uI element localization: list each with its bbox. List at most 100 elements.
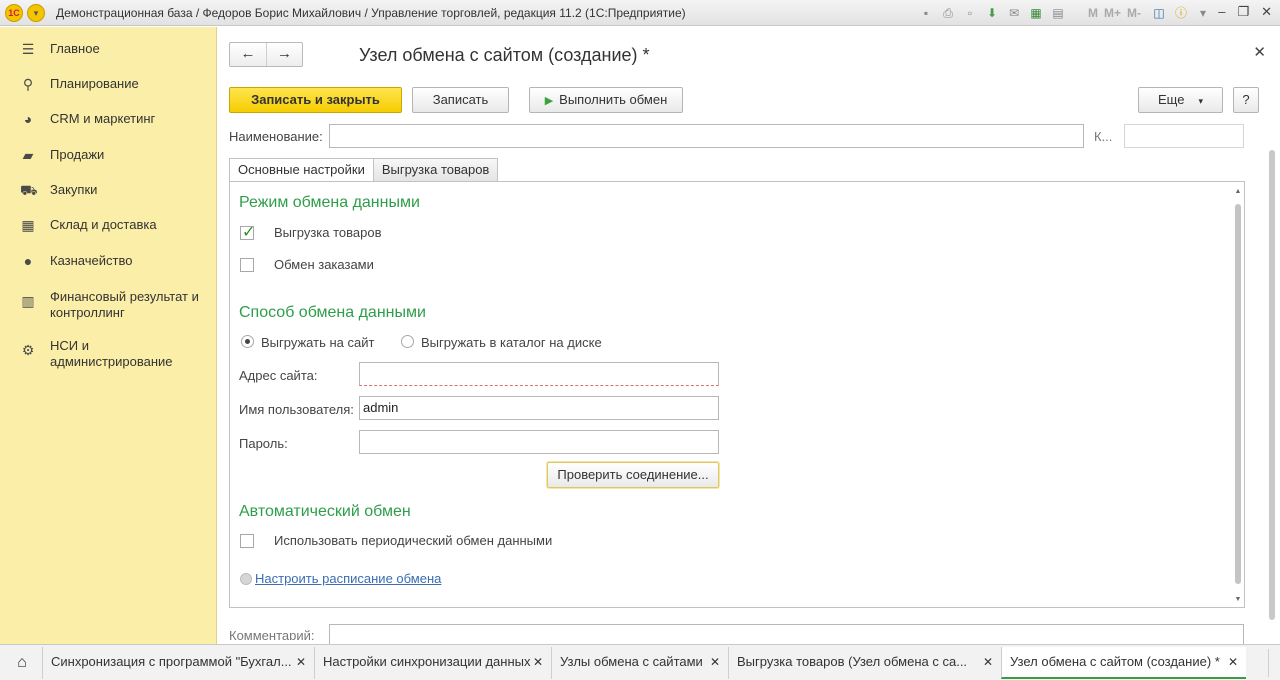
password-input[interactable] (359, 430, 719, 454)
treasury-icon: ● (23, 253, 33, 269)
attach-icon[interactable]: ⬇ (984, 5, 1000, 21)
sidebar-item-purchases[interactable]: ⛟ Закупки (0, 182, 217, 212)
menu-icon: ☰ (21, 41, 35, 57)
nav-buttons: ← → (229, 42, 303, 67)
section-auto-exchange: Автоматический обмен (239, 503, 411, 520)
app-logo-icon[interactable]: 1С (5, 4, 23, 22)
forward-arrow-icon[interactable]: → (266, 43, 302, 66)
save-icon[interactable]: ▪ (918, 5, 934, 21)
finance-icon: ▥ (21, 293, 35, 309)
chevron-down-icon[interactable]: ▾ (1195, 5, 1211, 21)
help-button[interactable]: ? (1233, 87, 1259, 113)
window-tab-sync-settings[interactable]: Настройки синхронизации данных ✕ (314, 647, 551, 679)
sidebar-item-label: Планирование (50, 76, 139, 91)
window-controls: – ❐ ✕ (1218, 4, 1272, 20)
tab-goods-export[interactable]: Выгрузка товаров (373, 158, 499, 182)
name-input[interactable] (329, 124, 1084, 148)
check-connection-button[interactable]: Проверить соединение... (547, 462, 719, 488)
minimize-icon[interactable]: – (1218, 4, 1225, 20)
upload-to-disk-radio[interactable] (401, 335, 414, 348)
memory-plus-button[interactable]: M+ (1104, 6, 1121, 20)
password-label: Пароль: (239, 436, 288, 451)
scroll-down-icon[interactable]: ▼ (1234, 596, 1242, 603)
tab-main-settings[interactable]: Основные настройки (229, 158, 374, 182)
panel-scroll-thumb[interactable] (1235, 204, 1241, 584)
code-input[interactable] (1124, 124, 1244, 148)
form-scroll-thumb[interactable] (1269, 150, 1275, 620)
username-input[interactable]: admin (359, 396, 719, 420)
sidebar-item-treasury[interactable]: ● Казначейство (0, 253, 217, 283)
radio-dot-icon (245, 339, 250, 344)
orders-exchange-label: Обмен заказами (274, 257, 374, 272)
memory-minus-button[interactable]: M- (1127, 6, 1141, 20)
sidebar-item-main[interactable]: ☰ Главное (0, 41, 217, 71)
sidebar-item-label: Финансовый результат и контроллинг (50, 289, 199, 320)
save-and-close-button[interactable]: Записать и закрыть (229, 87, 402, 113)
sidebar-item-sales[interactable]: ▰ Продажи (0, 147, 217, 177)
code-label: К... (1094, 129, 1113, 144)
form-area: ← → Узел обмена с сайтом (создание) * ✕ … (218, 27, 1280, 644)
maximize-icon[interactable]: ❐ (1237, 4, 1249, 20)
mail-icon[interactable]: ✉ (1006, 5, 1022, 21)
schedule-icon (240, 573, 252, 585)
gear-icon: ⚙ (21, 342, 35, 358)
calculator-icon[interactable]: ▦ (1028, 5, 1044, 21)
goods-export-checkbox[interactable]: ✓ (240, 224, 255, 241)
window-tab-site-nodes[interactable]: Узлы обмена с сайтами ✕ (551, 647, 728, 679)
schedule-link[interactable]: Настроить расписание обмена (255, 571, 441, 586)
section-exchange-method: Способ обмена данными (239, 304, 426, 321)
name-label: Наименование: (229, 129, 323, 144)
close-icon[interactable]: ✕ (1228, 647, 1238, 677)
window-tab-label: Настройки синхронизации данных (323, 654, 531, 669)
close-icon[interactable]: ✕ (1261, 4, 1272, 20)
site-address-input[interactable] (359, 362, 719, 386)
panel-scrollbar[interactable]: ▲ ▼ (1234, 188, 1242, 603)
upload-to-site-radio[interactable] (241, 335, 254, 348)
chevron-down-icon: ▾ (1198, 96, 1203, 106)
planning-icon: ⚲ (22, 76, 34, 92)
checkmark-icon: ✓ (242, 224, 256, 241)
sidebar-item-finance[interactable]: ▥ Финансовый результат и контроллинг (0, 289, 217, 325)
scroll-up-icon[interactable]: ▲ (1234, 188, 1242, 195)
form-tabs: Основные настройки Выгрузка товаров (229, 158, 499, 182)
run-exchange-label: Выполнить обмен (559, 92, 668, 107)
panel-layout-icon[interactable]: ◫ (1151, 5, 1167, 21)
crm-icon: ◕ (23, 111, 33, 127)
orders-exchange-checkbox[interactable] (240, 258, 254, 272)
close-form-icon[interactable]: ✕ (1253, 43, 1266, 61)
window-title: Демонстрационная база / Федоров Борис Ми… (56, 6, 686, 20)
form-scrollbar[interactable] (1268, 140, 1276, 630)
purchases-icon: ⛟ (20, 182, 38, 198)
window-tab-site-node-create[interactable]: Узел обмена с сайтом (создание) * ✕ (1001, 647, 1246, 679)
window-tab-goods-export[interactable]: Выгрузка товаров (Узел обмена с са... ✕ (728, 647, 1001, 679)
back-arrow-icon[interactable]: ← (230, 43, 266, 66)
print-icon[interactable]: ⎙ (940, 5, 956, 21)
window-tab-sync-accounting[interactable]: Синхронизация с программой "Бухгал... ✕ (42, 647, 314, 679)
sidebar: ☰ Главное ⚲ Планирование ◕ CRM и маркети… (0, 27, 217, 644)
close-icon[interactable]: ✕ (983, 647, 993, 677)
info-icon[interactable]: ⓘ (1173, 5, 1189, 21)
print-preview-icon[interactable]: ▫ (962, 5, 978, 21)
sidebar-item-warehouse[interactable]: ▦ Склад и доставка (0, 217, 217, 247)
window-tab-label: Выгрузка товаров (Узел обмена с са... (737, 654, 968, 669)
calendar-icon[interactable]: ▤ (1050, 5, 1066, 21)
tab-panel: Режим обмена данными ✓ Выгрузка товаров … (229, 181, 1245, 608)
save-button[interactable]: Записать (412, 87, 509, 113)
periodic-exchange-checkbox[interactable] (240, 534, 254, 548)
close-icon[interactable]: ✕ (296, 647, 306, 677)
run-exchange-button[interactable]: ▶ Выполнить обмен (529, 87, 683, 113)
sidebar-item-planning[interactable]: ⚲ Планирование (0, 76, 217, 106)
open-windows-bar: ⌂ Синхронизация с программой "Бухгал... … (0, 644, 1280, 680)
memory-m-button[interactable]: M (1088, 6, 1098, 20)
main-menu-icon[interactable]: ▾ (27, 4, 45, 22)
sidebar-item-label: CRM и маркетинг (50, 111, 156, 126)
window-tab-label: Узел обмена с сайтом (создание) * (1010, 654, 1220, 669)
sidebar-item-crm[interactable]: ◕ CRM и маркетинг (0, 111, 217, 141)
comment-input[interactable] (329, 624, 1244, 644)
warehouse-icon: ▦ (21, 217, 35, 233)
sidebar-item-admin[interactable]: ⚙ НСИ и администрирование (0, 338, 217, 374)
more-button[interactable]: Еще ▾ (1138, 87, 1223, 113)
close-icon[interactable]: ✕ (533, 647, 543, 677)
close-icon[interactable]: ✕ (710, 647, 720, 677)
home-icon[interactable]: ⌂ (5, 647, 39, 679)
